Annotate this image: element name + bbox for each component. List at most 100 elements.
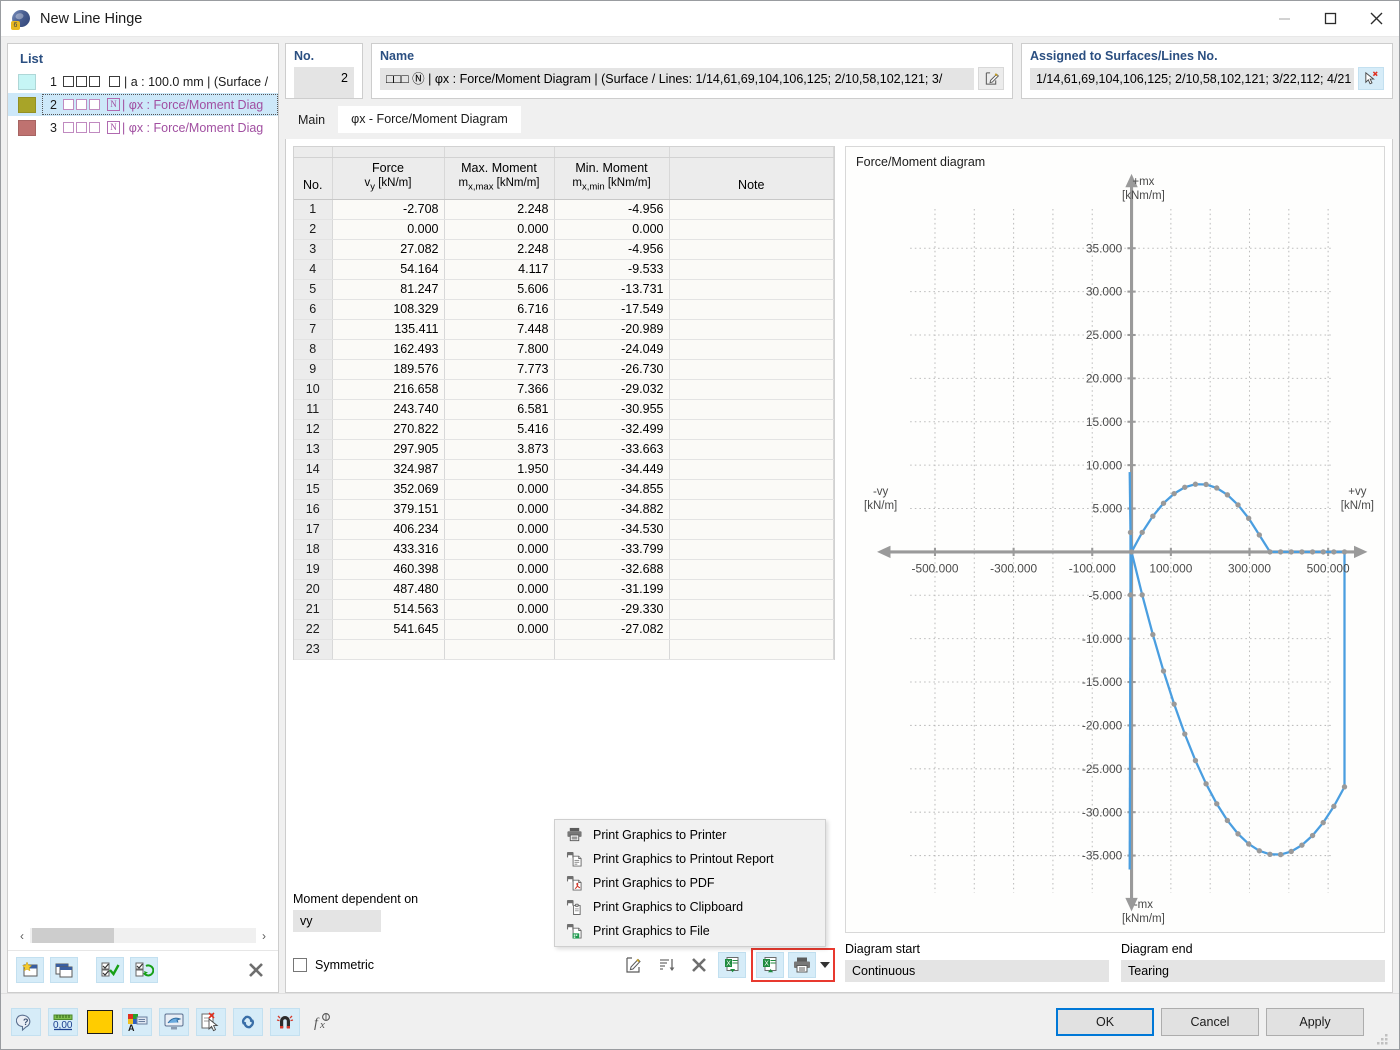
display-properties-button[interactable]: A bbox=[122, 1007, 152, 1036]
table-row[interactable]: 20 487.480 0.000 -31.199 bbox=[294, 579, 834, 600]
list-horizontal-scrollbar[interactable]: ‹ › bbox=[14, 925, 272, 946]
scroll-left-icon[interactable]: ‹ bbox=[14, 929, 30, 943]
svg-text:10.000: 10.000 bbox=[1086, 458, 1123, 472]
table-row[interactable]: 11 243.740 6.581 -30.955 bbox=[294, 399, 834, 420]
close-button[interactable] bbox=[1353, 1, 1399, 36]
scroll-thumb[interactable] bbox=[32, 928, 114, 943]
tab-force-moment-diagram[interactable]: φx - Force/Moment Diagram bbox=[338, 106, 521, 133]
name-input[interactable]: □□□ Ⓝ | φx : Force/Moment Diagram | (Sur… bbox=[380, 67, 974, 90]
table-row[interactable]: 5 81.247 5.606 -13.731 bbox=[294, 279, 834, 300]
assigned-field-group: Assigned to Surfaces/Lines No. 1/14,61,6… bbox=[1021, 43, 1393, 99]
resize-grip[interactable] bbox=[1375, 1032, 1389, 1046]
table-row[interactable]: 7 135.411 7.448 -20.989 bbox=[294, 319, 834, 340]
table-row[interactable]: 4 54.164 4.117 -9.533 bbox=[294, 259, 834, 280]
table-row[interactable]: 22 541.645 0.000 -27.082 bbox=[294, 619, 834, 640]
table-row[interactable]: 14 324.987 1.950 -34.449 bbox=[294, 459, 834, 480]
ok-button[interactable]: OK bbox=[1056, 1007, 1154, 1036]
table-row[interactable]: 19 460.398 0.000 -32.688 bbox=[294, 559, 834, 580]
table-row[interactable]: 10 216.658 7.366 -29.032 bbox=[294, 379, 834, 400]
svg-text:500.000: 500.000 bbox=[1307, 562, 1350, 576]
print-report-icon bbox=[561, 851, 587, 867]
select-objects-button[interactable] bbox=[196, 1007, 226, 1036]
edit-table-button[interactable] bbox=[619, 952, 647, 978]
delete-item-button[interactable] bbox=[242, 957, 270, 983]
sort-table-button[interactable] bbox=[652, 952, 680, 978]
new-item-button[interactable] bbox=[16, 957, 44, 983]
no-input[interactable]: 2 bbox=[294, 67, 354, 98]
list-item-extra-checkbox[interactable] bbox=[109, 76, 120, 87]
menu-item-print-to-printout-report[interactable]: Print Graphics to Printout Report bbox=[555, 847, 825, 871]
print-graphics-button[interactable] bbox=[788, 952, 816, 978]
diagram-start-value[interactable]: Continuous bbox=[845, 960, 1109, 982]
help-button[interactable]: ? bbox=[11, 1007, 41, 1036]
table-row[interactable]: 13 297.905 3.873 -33.663 bbox=[294, 439, 834, 460]
import-excel-button[interactable]: X bbox=[718, 952, 746, 978]
force-moment-table-wrapper: No. Force vy [kN/m] Max. Moment mx,max [… bbox=[293, 146, 835, 660]
list-panel: List 1 | a : 100.0 mm | (Surface / 2 N |… bbox=[7, 43, 279, 993]
view-mode-button[interactable] bbox=[159, 1007, 189, 1036]
svg-text:100.000: 100.000 bbox=[1149, 562, 1192, 576]
diagram-section: Force/Moment diagram -500.000 -300.000 -10… bbox=[845, 146, 1385, 992]
cancel-button[interactable]: Cancel bbox=[1161, 1007, 1259, 1036]
table-row[interactable]: 15 352.069 0.000 -34.855 bbox=[294, 479, 834, 500]
apply-button[interactable]: Apply bbox=[1266, 1007, 1364, 1036]
new-line-hinge-dialog: 6 New Line Hinge List 1 | a: 100.0 mm |… bbox=[0, 0, 1400, 1050]
print-file-icon bbox=[561, 923, 587, 939]
formula-button[interactable]: f x bbox=[307, 1008, 337, 1036]
table-row[interactable]: 23 bbox=[294, 639, 834, 660]
table-row[interactable]: 12 270.822 5.416 -32.499 bbox=[294, 419, 834, 440]
menu-item-print-to-clipboard[interactable]: Print Graphics to Clipboard bbox=[555, 895, 825, 919]
table-row[interactable]: 18 433.316 0.000 -33.799 bbox=[294, 539, 834, 560]
scroll-track[interactable] bbox=[30, 928, 256, 943]
tab-main[interactable]: Main bbox=[285, 108, 339, 133]
table-row[interactable]: 3 27.082 2.248 -4.956 bbox=[294, 239, 834, 260]
table-row[interactable]: 1 -2.708 2.248 -4.956 bbox=[294, 199, 834, 220]
scroll-right-icon[interactable]: › bbox=[256, 929, 272, 943]
clear-table-button[interactable] bbox=[685, 952, 713, 978]
x-axis-negative-label: -vy [kN/m] bbox=[864, 486, 898, 512]
line-hinge-icon: 6 bbox=[10, 7, 32, 30]
symmetric-checkbox[interactable] bbox=[293, 958, 307, 972]
magnet-button[interactable] bbox=[270, 1007, 300, 1036]
table-row[interactable]: 21 514.563 0.000 -29.330 bbox=[294, 599, 834, 620]
list-item-checkboxes[interactable] bbox=[63, 122, 100, 133]
col-header-force: Force vy [kN/m] bbox=[332, 157, 445, 200]
table-row[interactable]: 2 0.000 0.000 0.000 bbox=[294, 219, 834, 240]
list-item-label: | φx : Force/Moment Diag bbox=[122, 120, 264, 135]
minimize-button[interactable] bbox=[1261, 1, 1307, 36]
list-item[interactable]: 2 N | φx : Force/Moment Diag bbox=[8, 93, 278, 116]
table-row[interactable]: 6 108.329 6.716 -17.549 bbox=[294, 299, 834, 320]
force-moment-chart[interactable]: Force/Moment diagram -500.000 -300.000 -10… bbox=[845, 146, 1385, 933]
menu-item-print-to-pdf[interactable]: Print Graphics to PDF bbox=[555, 871, 825, 895]
table-row[interactable]: 16 379.151 0.000 -34.882 bbox=[294, 499, 834, 520]
print-dropdown-arrow[interactable] bbox=[820, 962, 830, 968]
list-item[interactable]: 3 N | φx : Force/Moment Diag bbox=[8, 116, 278, 139]
list-item-checkboxes[interactable] bbox=[63, 76, 100, 87]
copy-item-button[interactable] bbox=[50, 957, 78, 983]
table-row[interactable]: 17 406.234 0.000 -34.530 bbox=[294, 519, 834, 540]
maximize-button[interactable] bbox=[1307, 1, 1353, 36]
select-all-button[interactable] bbox=[96, 957, 124, 983]
assigned-input[interactable]: 1/14,61,69,104,106,125; 2/10,58,102,121;… bbox=[1030, 67, 1354, 90]
menu-item-print-to-printer[interactable]: Print Graphics to Printer bbox=[555, 823, 825, 847]
print-pdf-icon bbox=[561, 875, 587, 891]
pick-objects-button[interactable] bbox=[1358, 67, 1384, 90]
moment-dependent-value[interactable]: vy bbox=[293, 910, 381, 932]
table-row[interactable]: 8 162.493 7.800 -24.049 bbox=[294, 339, 834, 360]
list-item[interactable]: 1 | a : 100.0 mm | (Surface / bbox=[8, 70, 278, 93]
menu-item-print-to-file[interactable]: Print Graphics to File bbox=[555, 919, 825, 943]
print-context-menu[interactable]: Print Graphics to Printer Print Graphics… bbox=[554, 819, 826, 947]
units-button[interactable]: 0,00 bbox=[48, 1007, 78, 1036]
link-button[interactable] bbox=[233, 1007, 263, 1036]
edit-name-button[interactable] bbox=[978, 67, 1004, 90]
diagram-end-value[interactable]: Tearing bbox=[1121, 960, 1385, 982]
table-toolbar: X X bbox=[619, 948, 835, 982]
color-button[interactable] bbox=[85, 1008, 115, 1036]
color-swatch bbox=[18, 96, 36, 113]
export-excel-button[interactable]: X bbox=[756, 952, 784, 978]
svg-text:-20.000: -20.000 bbox=[1082, 719, 1123, 733]
no-label: No. bbox=[294, 49, 315, 63]
chart-canvas: -500.000 -300.000 -100.000 100.000 300.000 50… bbox=[877, 173, 1368, 912]
invert-selection-button[interactable] bbox=[130, 957, 158, 983]
table-row[interactable]: 9 189.576 7.773 -26.730 bbox=[294, 359, 834, 380]
